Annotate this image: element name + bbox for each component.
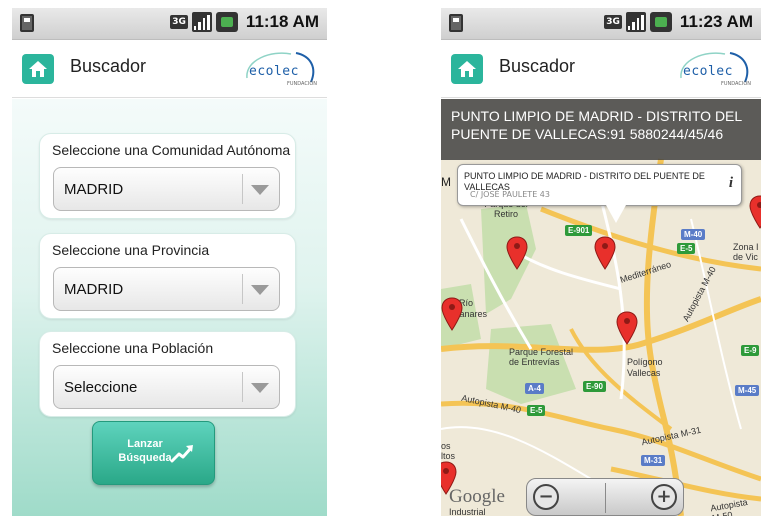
map-pin-selected[interactable] — [594, 236, 616, 270]
map-view[interactable]: M Parque del Retiro Río zanares Parque F… — [441, 99, 761, 516]
comunidad-field: Seleccione una Comunidad Autónoma MADRID — [39, 133, 296, 219]
road-shield-e5: E-5 — [677, 243, 696, 254]
provincia-field: Seleccione una Provincia MADRID — [39, 233, 296, 319]
status-bar: 3G 11:18 AM — [12, 8, 327, 40]
title-bar: Buscador ecolec FUNDACIÓN — [441, 40, 761, 98]
zoom-controls: − + — [526, 478, 684, 516]
ecolec-logo: ecolec FUNDACIÓN — [675, 48, 753, 92]
map-label-industrial: Industrial — [449, 507, 486, 516]
map-roads — [441, 99, 761, 516]
map-pin[interactable] — [506, 236, 528, 270]
dropdown-arrow-icon — [251, 185, 269, 195]
home-button[interactable] — [451, 54, 483, 84]
info-icon[interactable]: i — [729, 175, 733, 192]
sd-card-icon — [20, 14, 34, 32]
search-form: Seleccione una Comunidad Autónoma MADRID… — [12, 99, 327, 516]
page-title: Buscador — [499, 56, 576, 76]
zoom-out-button[interactable]: − — [533, 484, 559, 510]
zoom-in-button[interactable]: + — [651, 484, 677, 510]
road-shield-m31: M-31 — [641, 455, 666, 466]
provincia-value: MADRID — [64, 281, 124, 298]
poblacion-select[interactable]: Seleccione — [53, 365, 280, 409]
location-popup[interactable]: PUNTO LIMPIO DE MADRID - DISTRITO DEL PU… — [457, 164, 742, 223]
map-label-poligono: Polígono Vallecas — [627, 357, 663, 378]
comunidad-value: MADRID — [64, 181, 124, 198]
poblacion-value: Seleccione — [64, 379, 138, 396]
battery-icon — [649, 12, 672, 32]
home-icon — [29, 61, 47, 77]
google-logo: Google — [449, 486, 505, 507]
status-time: 11:23 AM — [679, 12, 753, 31]
search-screen: 3G 11:18 AM Buscador ecolec FUNDACIÓN Se… — [12, 8, 327, 516]
page-title: Buscador — [70, 56, 147, 76]
dropdown-arrow-icon — [251, 383, 269, 393]
network-3g-icon: 3G — [170, 15, 188, 29]
launch-label-line2: Búsqueda — [118, 452, 172, 464]
map-pin[interactable] — [441, 297, 463, 331]
road-shield-e901: E-901 — [565, 225, 593, 236]
signal-icon — [625, 12, 646, 32]
map-label-m: M — [441, 175, 451, 189]
comunidad-select[interactable]: MADRID — [53, 167, 280, 211]
location-banner: PUNTO LIMPIO DE MADRID - DISTRITO DEL PU… — [441, 99, 761, 160]
map-screen: 3G 11:23 AM Buscador ecolec FUNDACIÓN M … — [441, 8, 761, 516]
comunidad-label: Seleccione una Comunidad Autónoma — [52, 142, 291, 158]
road-shield-a4: A-4 — [525, 383, 544, 394]
map-pin[interactable] — [616, 311, 638, 345]
ecolec-logo: ecolec FUNDACIÓN — [241, 48, 319, 92]
map-pin[interactable] — [749, 195, 761, 229]
road-shield-e5-south: E-5 — [527, 405, 546, 416]
home-icon — [458, 61, 476, 77]
status-bar: 3G 11:23 AM — [441, 8, 761, 40]
map-label-zona: Zona I de Vic — [733, 242, 759, 262]
road-shield-m40: M-40 — [681, 229, 706, 240]
provincia-label: Seleccione una Provincia — [52, 242, 210, 258]
battery-icon — [215, 12, 238, 32]
road-shield-e90: E-90 — [583, 381, 606, 392]
title-bar: Buscador ecolec FUNDACIÓN — [12, 40, 327, 98]
signal-icon — [191, 12, 212, 32]
trend-arrow-icon — [170, 445, 193, 463]
launch-search-button[interactable]: Lanzar Búsqueda — [92, 421, 215, 485]
poblacion-label: Seleccione una Población — [52, 340, 214, 356]
road-shield-e9: E-9 — [741, 345, 760, 356]
map-label-parque-forestal: Parque Forestal de Entrevías — [509, 347, 574, 367]
road-shield-m45: M-45 — [735, 385, 760, 396]
network-3g-icon: 3G — [604, 15, 622, 29]
map-label-os-ltos: os ltos — [441, 441, 456, 461]
launch-label-line1: Lanzar — [127, 438, 163, 450]
status-time: 11:18 AM — [245, 12, 319, 31]
home-button[interactable] — [22, 54, 54, 84]
poblacion-field: Seleccione una Población Seleccione — [39, 331, 296, 417]
sd-card-icon — [449, 14, 463, 32]
popup-address: C/ JOSÉ PAULETE 43 — [470, 190, 550, 199]
provincia-select[interactable]: MADRID — [53, 267, 280, 311]
dropdown-arrow-icon — [251, 285, 269, 295]
